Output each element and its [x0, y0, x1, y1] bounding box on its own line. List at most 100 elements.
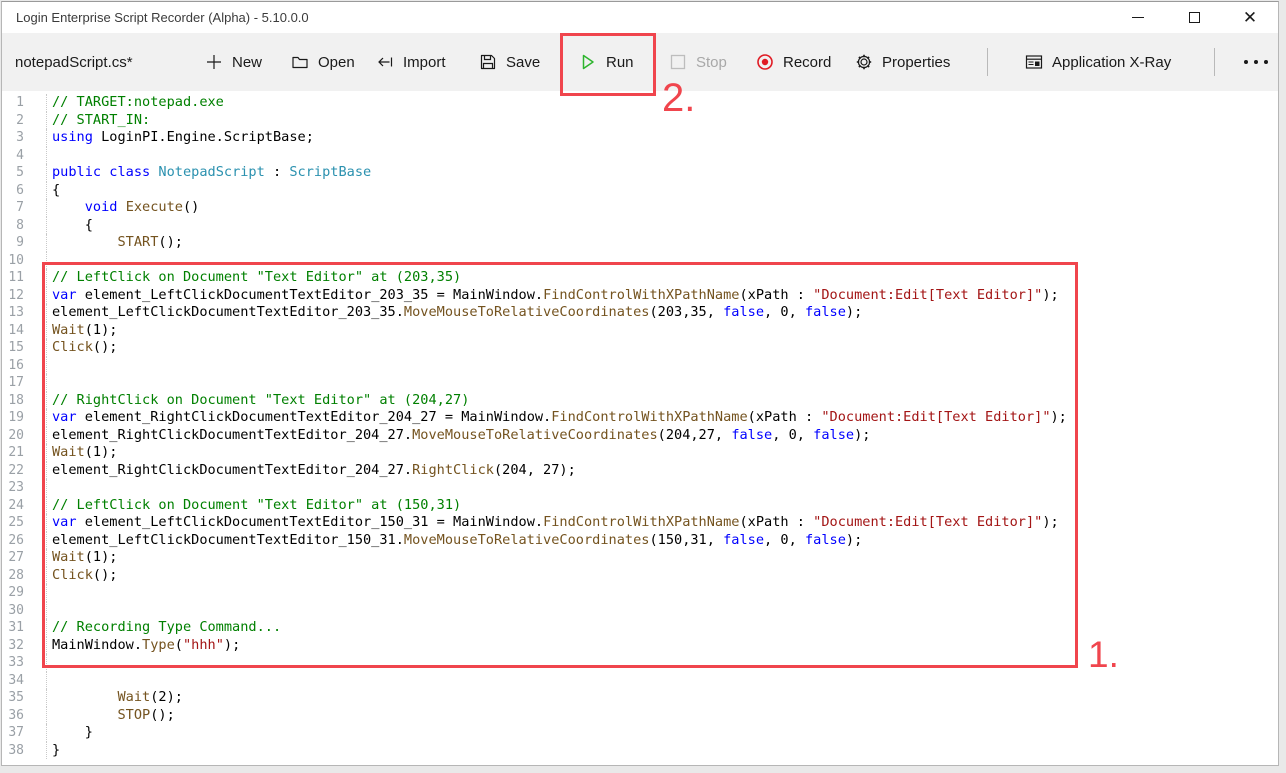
- stop-square-icon: [669, 53, 687, 71]
- code-line[interactable]: 33: [2, 654, 1278, 672]
- code-text: [46, 584, 52, 602]
- toolbar: notepadScript.cs* New Open Import Save: [2, 33, 1278, 91]
- code-line[interactable]: 6{: [2, 182, 1278, 200]
- script-editor[interactable]: 1// TARGET:notepad.exe2// START_IN:3usin…: [2, 91, 1278, 765]
- code-line[interactable]: 12var element_LeftClickDocumentTextEdito…: [2, 287, 1278, 305]
- code-text: }: [46, 742, 60, 760]
- code-line[interactable]: 29: [2, 584, 1278, 602]
- line-number: 31: [2, 619, 24, 637]
- code-line[interactable]: 25var element_LeftClickDocumentTextEdito…: [2, 514, 1278, 532]
- application-xray-button[interactable]: Application X-Ray: [1025, 33, 1171, 91]
- line-number: 1: [2, 94, 24, 112]
- new-button[interactable]: New: [205, 33, 262, 91]
- code-line[interactable]: 21 Wait(1);: [2, 444, 1278, 462]
- code-text: [46, 147, 52, 165]
- code-line[interactable]: 36 STOP();: [2, 707, 1278, 725]
- code-line[interactable]: 31// Recording Type Command...: [2, 619, 1278, 637]
- code-line[interactable]: 34: [2, 672, 1278, 690]
- line-number: 13: [2, 304, 24, 322]
- properties-button[interactable]: Properties: [855, 33, 950, 91]
- line-number: 17: [2, 374, 24, 392]
- code-line[interactable]: 32MainWindow.Type("hhh");: [2, 637, 1278, 655]
- code-text: [46, 374, 52, 392]
- line-number: 21: [2, 444, 24, 462]
- tab-notepadscript[interactable]: notepadScript.cs*: [15, 33, 133, 91]
- line-number: 28: [2, 567, 24, 585]
- line-number: 20: [2, 427, 24, 445]
- code-line[interactable]: 19var element_RightClickDocumentTextEdit…: [2, 409, 1278, 427]
- code-text: Wait(1);: [46, 549, 118, 567]
- minimize-icon: [1132, 17, 1144, 18]
- code-text: [46, 252, 52, 270]
- import-button[interactable]: Import: [376, 33, 446, 91]
- record-button[interactable]: Record: [756, 33, 831, 91]
- code-line[interactable]: 16: [2, 357, 1278, 375]
- code-text: // START_IN:: [46, 112, 150, 130]
- code-text: Wait(2);: [46, 689, 183, 707]
- line-number: 7: [2, 199, 24, 217]
- code-line[interactable]: 17: [2, 374, 1278, 392]
- gear-icon: [855, 53, 873, 71]
- code-line[interactable]: 18// RightClick on Document "Text Editor…: [2, 392, 1278, 410]
- window-controls: ✕: [1110, 2, 1278, 33]
- code-line[interactable]: 10: [2, 252, 1278, 270]
- toolbar-separator: [1214, 48, 1215, 76]
- code-line[interactable]: 5public class NotepadScript : ScriptBase: [2, 164, 1278, 182]
- code-text: [46, 602, 52, 620]
- line-number: 35: [2, 689, 24, 707]
- more-button[interactable]: [1244, 33, 1268, 91]
- import-button-label: Import: [403, 54, 446, 71]
- code-text: void Execute(): [46, 199, 199, 217]
- maximize-button[interactable]: [1166, 2, 1222, 33]
- line-number: 26: [2, 532, 24, 550]
- save-button[interactable]: Save: [479, 33, 540, 91]
- code-text: Wait(1);: [46, 322, 118, 340]
- floppy-save-icon: [479, 53, 497, 71]
- code-text: element_LeftClickDocumentTextEditor_203_…: [46, 304, 862, 322]
- code-line[interactable]: 15Click();: [2, 339, 1278, 357]
- line-number: 18: [2, 392, 24, 410]
- properties-button-label: Properties: [882, 54, 950, 71]
- code-line[interactable]: 13 element_LeftClickDocumentTextEditor_20…: [2, 304, 1278, 322]
- code-text: element_RightClickDocumentTextEditor_204…: [46, 462, 576, 480]
- code-text: }: [46, 724, 93, 742]
- code-line[interactable]: 7 void Execute(): [2, 199, 1278, 217]
- code-line[interactable]: 2// START_IN:: [2, 112, 1278, 130]
- code-line[interactable]: 1// TARGET:notepad.exe: [2, 94, 1278, 112]
- tab-label: notepadScript.cs*: [15, 54, 133, 71]
- code-line[interactable]: 14Wait(1);: [2, 322, 1278, 340]
- run-button[interactable]: Run: [579, 33, 634, 91]
- maximize-icon: [1189, 12, 1200, 23]
- code-line[interactable]: 9 START();: [2, 234, 1278, 252]
- minimize-button[interactable]: [1110, 2, 1166, 33]
- code-line[interactable]: 24// LeftClick on Document "Text Editor"…: [2, 497, 1278, 515]
- code-line[interactable]: 8 {: [2, 217, 1278, 235]
- code-line[interactable]: 38}: [2, 742, 1278, 760]
- code-line[interactable]: 30: [2, 602, 1278, 620]
- code-line[interactable]: 23: [2, 479, 1278, 497]
- title-bar: Login Enterprise Script Recorder (Alpha)…: [2, 2, 1278, 33]
- code-line[interactable]: 4: [2, 147, 1278, 165]
- close-button[interactable]: ✕: [1222, 2, 1278, 33]
- code-line[interactable]: 22element_RightClickDocumentTextEditor_2…: [2, 462, 1278, 480]
- record-button-label: Record: [783, 54, 831, 71]
- toolbar-separator: [560, 48, 561, 76]
- code-line[interactable]: 20element_RightClickDocumentTextEditor_2…: [2, 427, 1278, 445]
- line-number: 34: [2, 672, 24, 690]
- code-line[interactable]: 11// LeftClick on Document "Text Editor"…: [2, 269, 1278, 287]
- stop-button[interactable]: Stop: [669, 33, 727, 91]
- code-line[interactable]: 26element_LeftClickDocumentTextEditor_15…: [2, 532, 1278, 550]
- code-line[interactable]: 27 Wait(1);: [2, 549, 1278, 567]
- code-text: using LoginPI.Engine.ScriptBase;: [46, 129, 314, 147]
- code-line[interactable]: 35 Wait(2);: [2, 689, 1278, 707]
- line-number: 32: [2, 637, 24, 655]
- open-button[interactable]: Open: [291, 33, 355, 91]
- code-line[interactable]: 28Click();: [2, 567, 1278, 585]
- line-number: 6: [2, 182, 24, 200]
- code-text: Wait(1);: [46, 444, 118, 462]
- code-line[interactable]: 37 }: [2, 724, 1278, 742]
- line-number: 27: [2, 549, 24, 567]
- code-text: START();: [46, 234, 183, 252]
- code-line[interactable]: 3using LoginPI.Engine.ScriptBase;: [2, 129, 1278, 147]
- folder-icon: [291, 53, 309, 71]
